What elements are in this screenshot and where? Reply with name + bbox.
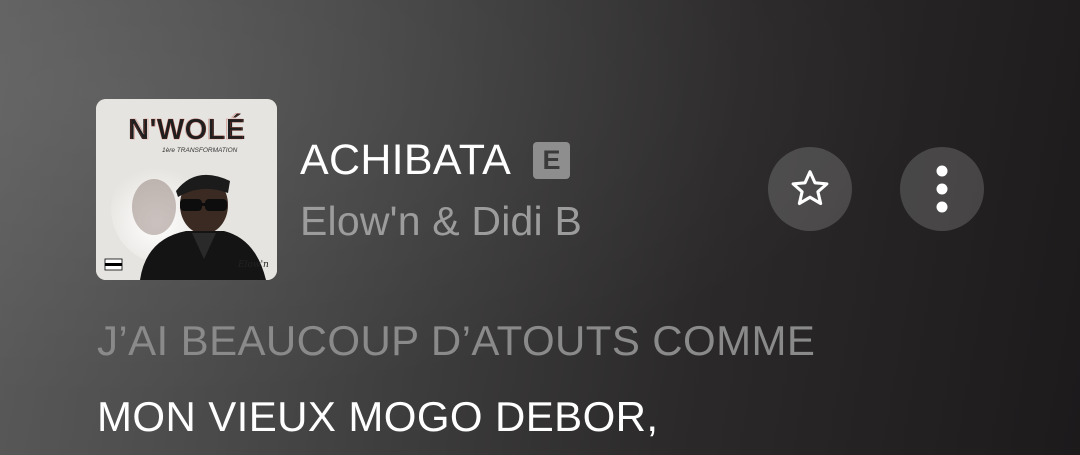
track-title[interactable]: ACHIBATA [300,138,511,182]
favorite-button[interactable] [768,147,852,231]
lyric-line-current[interactable]: MON VIEUX MOGO DEBOR, [97,396,658,438]
svg-text:N'WOLÉ: N'WOLÉ [129,112,244,146]
more-vertical-icon [936,165,948,213]
more-options-button[interactable] [900,147,984,231]
explicit-badge: E [533,141,571,179]
track-info: ACHIBATA E Elow'n & Didi B [300,133,582,242]
title-row: ACHIBATA E [300,133,582,187]
lyric-line-previous[interactable]: J’AI BEAUCOUP D’ATOUTS COMME [97,320,815,362]
artist-name[interactable]: Elow'n & Didi B [300,201,582,242]
album-subtitle-art: 1ère TRANSFORMATION [162,147,238,154]
album-artwork-image: N'WOLÉ N'WOLÉ 1ère TRANSFORMATION Elow'n [96,99,277,280]
album-signature-art: Elow'n [237,260,269,270]
star-icon [791,170,829,206]
album-artwork[interactable]: N'WOLÉ N'WOLÉ 1ère TRANSFORMATION Elow'n [96,99,277,280]
